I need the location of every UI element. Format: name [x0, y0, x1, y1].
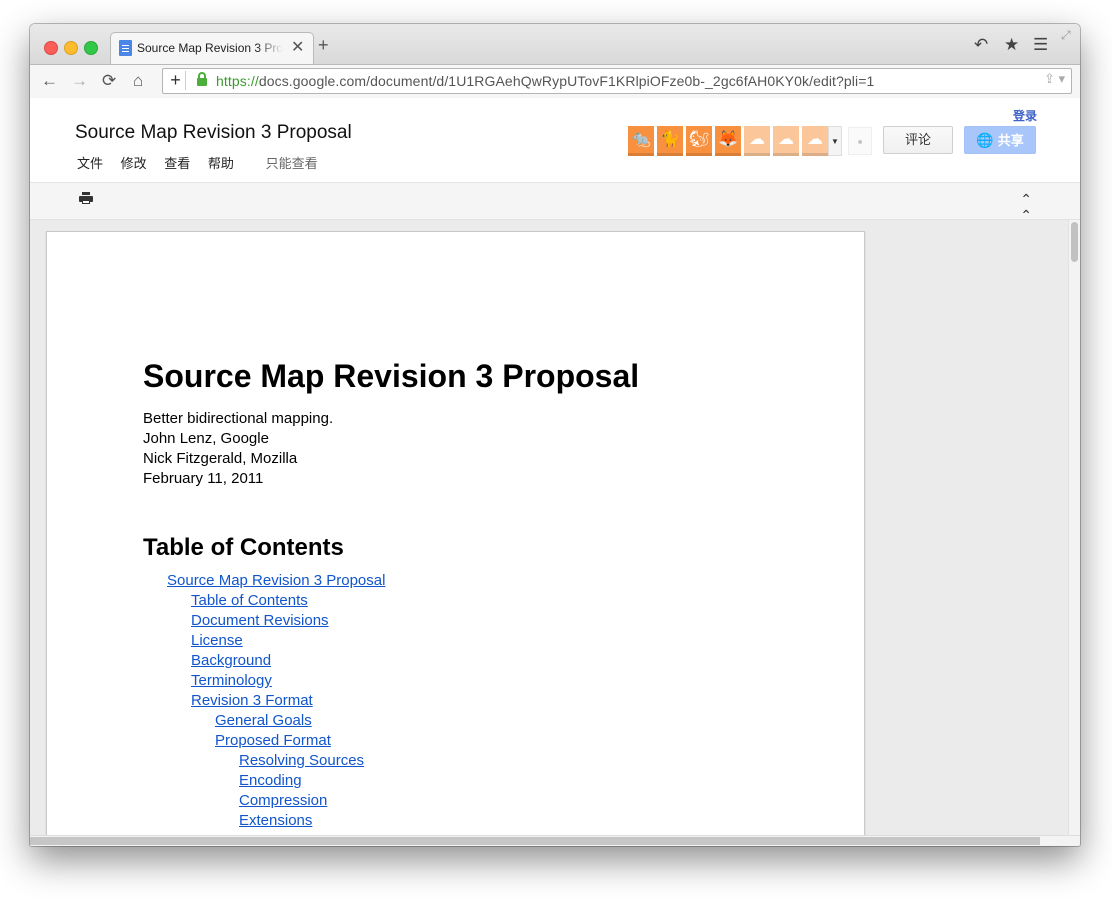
- document-canvas: Source Map Revision 3 Proposal Better bi…: [30, 220, 1080, 835]
- toc-link[interactable]: Revision 3 Format: [191, 691, 385, 711]
- date-line: February 11, 2011: [143, 470, 264, 487]
- login-link[interactable]: 登录: [1013, 107, 1037, 124]
- new-tab-button[interactable]: +: [318, 35, 329, 55]
- browser-toolbar: ← → ⟳ ⌂ + https://docs.google.com/docume…: [30, 64, 1080, 99]
- forward-arrow-icon[interactable]: →: [71, 70, 88, 92]
- anonymous-animal-avatar[interactable]: 🐈: [657, 126, 683, 156]
- author-line: John Lenz, Google: [143, 430, 269, 447]
- toc-link[interactable]: License: [191, 631, 385, 651]
- window-zoom-button[interactable]: [84, 41, 98, 55]
- back-arrow-icon[interactable]: ←: [41, 70, 58, 92]
- anonymous-animal-avatar[interactable]: 🐿: [686, 126, 712, 156]
- table-of-contents: Source Map Revision 3 Proposal Table of …: [143, 571, 385, 831]
- share-button[interactable]: 🌐 共享: [964, 126, 1036, 154]
- tab-strip: Source Map Revision 3 Proposal - Google …: [30, 24, 1080, 65]
- document-title[interactable]: Source Map Revision 3 Proposal: [75, 122, 352, 144]
- toc-heading: Table of Contents: [143, 534, 344, 561]
- anonymous-animal-avatar[interactable]: ☁: [802, 126, 828, 156]
- fullscreen-icon[interactable]: ⤢: [1061, 25, 1071, 45]
- horizontal-scrollbar[interactable]: [30, 835, 1080, 846]
- document-heading: Source Map Revision 3 Proposal: [143, 358, 640, 394]
- anonymous-animal-avatar[interactable]: ☁: [744, 126, 770, 156]
- view-only-label: 只能查看: [265, 156, 318, 171]
- anonymous-animal-avatar[interactable]: 🦊: [715, 126, 741, 156]
- browser-tab[interactable]: Source Map Revision 3 Proposal - Google …: [110, 32, 314, 65]
- docs-toolbar: ⌃ ⌃: [30, 183, 1080, 223]
- reload-icon[interactable]: ⟳: [102, 70, 116, 92]
- url-scheme: https://: [216, 73, 259, 89]
- collapse-header-icon[interactable]: ⌃ ⌃: [1020, 191, 1032, 223]
- author-line: Nick Fitzgerald, Mozilla: [143, 450, 298, 467]
- subtitle: Better bidirectional mapping.: [143, 410, 334, 427]
- window-minimize-button[interactable]: [64, 41, 78, 55]
- url-text[interactable]: https://docs.google.com/document/d/1U1RG…: [216, 73, 874, 89]
- share-label: 共享: [997, 133, 1024, 148]
- toc-link[interactable]: Compression: [239, 791, 385, 811]
- share-page-icon[interactable]: ⇪ ▾: [1044, 71, 1065, 87]
- menu-help[interactable]: 帮助: [208, 156, 234, 171]
- google-docs-icon: [119, 40, 132, 56]
- toc-link[interactable]: Source Map Revision 3 Proposal: [167, 571, 385, 591]
- close-icon[interactable]: ✕: [291, 38, 304, 58]
- toc-link[interactable]: Background: [191, 651, 385, 671]
- toc-link[interactable]: General Goals: [215, 711, 385, 731]
- anonymous-animal-avatar[interactable]: ☁: [773, 126, 799, 156]
- menu-icon[interactable]: ☰: [1033, 35, 1048, 55]
- lock-icon: [197, 72, 207, 86]
- menu-view[interactable]: 查看: [164, 156, 190, 171]
- horizontal-scrollbar-thumb[interactable]: [30, 837, 1040, 845]
- docs-header: Source Map Revision 3 Proposal 文件 修改 查看 …: [30, 98, 1080, 183]
- toc-link[interactable]: Resolving Sources: [239, 751, 385, 771]
- star-icon[interactable]: ★: [1004, 35, 1019, 55]
- browser-window: Source Map Revision 3 Proposal - Google …: [30, 24, 1080, 846]
- toc-link[interactable]: Terminology: [191, 671, 385, 691]
- window-close-button[interactable]: [44, 41, 58, 55]
- chat-icon[interactable]: ▪: [848, 127, 872, 155]
- vertical-scrollbar-thumb[interactable]: [1071, 222, 1078, 262]
- more-viewers-dropdown[interactable]: ▼: [828, 126, 842, 156]
- menu-file[interactable]: 文件: [77, 156, 103, 171]
- toc-link[interactable]: Proposed Format: [215, 731, 385, 751]
- toc-link[interactable]: Extensions: [239, 811, 385, 831]
- anonymous-animal-avatar[interactable]: 🐀: [628, 126, 654, 156]
- tab-title: Source Map Revision 3 Proposal - Google …: [137, 41, 283, 55]
- docs-menubar: 文件 修改 查看 帮助 只能查看: [77, 153, 332, 172]
- toc-link[interactable]: Document Revisions: [191, 611, 385, 631]
- home-icon[interactable]: ⌂: [133, 70, 143, 92]
- print-icon[interactable]: [79, 192, 93, 206]
- url-path: docs.google.com/document/d/1U1RGAehQwRyp…: [258, 73, 875, 89]
- menu-edit[interactable]: 修改: [121, 156, 147, 171]
- document-meta: Better bidirectional mapping. John Lenz,…: [143, 409, 333, 489]
- undo-icon[interactable]: ↶: [974, 35, 988, 55]
- bookmark-add-icon[interactable]: +: [166, 71, 186, 90]
- toc-link[interactable]: Table of Contents: [191, 591, 385, 611]
- address-bar[interactable]: + https://docs.google.com/document/d/1U1…: [162, 68, 1072, 94]
- vertical-scrollbar[interactable]: [1068, 220, 1080, 835]
- globe-icon: 🌐: [976, 132, 994, 148]
- document-page: Source Map Revision 3 Proposal Better bi…: [46, 231, 865, 835]
- comment-button[interactable]: 评论: [883, 126, 953, 154]
- toc-link[interactable]: Encoding: [239, 771, 385, 791]
